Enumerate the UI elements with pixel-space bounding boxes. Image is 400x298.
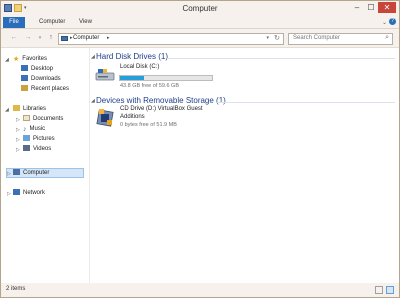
expand-arrow-icon[interactable]: ▷ <box>16 117 20 123</box>
expand-arrow-icon[interactable]: ▷ <box>16 147 20 153</box>
nav-recent-places[interactable]: Recent places <box>21 84 69 94</box>
libraries-icon <box>13 105 20 112</box>
recent-locations-icon[interactable]: ▾ <box>35 33 45 43</box>
tab-file[interactable]: File <box>3 17 25 28</box>
nav-music[interactable]: ♪ Music <box>23 124 45 134</box>
downloads-icon <box>21 75 28 82</box>
address-dropdown-icon[interactable]: ▾ <box>266 35 269 41</box>
group-removable-storage[interactable]: Devices with Removable Storage (1) <box>96 96 226 105</box>
status-bar: 2 items <box>1 283 399 297</box>
group-hard-disk-drives[interactable]: Hard Disk Drives (1) <box>96 52 168 61</box>
address-bar[interactable]: ▸ Computer ▸ ▾ ↻ <box>58 33 284 45</box>
drive-cd[interactable]: CD Drive (D:) VirtualBox Guest Additions… <box>93 106 243 136</box>
nav-libraries[interactable]: Libraries <box>13 104 46 114</box>
tab-view[interactable]: View <box>79 17 92 28</box>
drive-local-free: 43.8 GB free of 59.6 GB <box>120 83 180 89</box>
expand-arrow-icon[interactable]: ▷ <box>7 171 11 177</box>
nav-downloads[interactable]: Downloads <box>21 74 61 84</box>
search-input[interactable]: Search Computer <box>293 35 340 41</box>
pane-splitter[interactable] <box>89 48 90 284</box>
window-title: Computer <box>182 4 218 13</box>
computer-icon <box>61 36 68 41</box>
drive-cd-name-line2: Additions <box>120 114 145 120</box>
close-button[interactable]: ✕ <box>378 2 396 13</box>
back-arrow-icon[interactable]: ← <box>9 33 19 43</box>
videos-icon <box>23 145 30 152</box>
status-item-count: 2 items <box>6 286 26 292</box>
expand-ribbon-icon[interactable]: ⌄ <box>382 19 387 26</box>
music-icon: ♪ <box>23 126 27 134</box>
maximize-button[interactable]: ☐ <box>364 2 378 13</box>
nav-network-label: Network <box>23 190 46 196</box>
documents-icon <box>23 115 30 122</box>
large-icons-view-icon[interactable] <box>386 286 394 294</box>
drive-cd-name-line1: CD Drive (D:) VirtualBox Guest <box>120 106 203 112</box>
drive-local-name: Local Disk (C:) <box>120 64 160 70</box>
expand-arrow-icon[interactable]: ▷ <box>7 191 11 197</box>
desktop-icon <box>21 65 28 72</box>
nav-computer[interactable]: Computer <box>13 168 49 178</box>
collapse-arrow-icon[interactable]: ◢ <box>5 107 9 113</box>
collapse-group-icon[interactable]: ◢ <box>91 54 95 60</box>
nav-pictures[interactable]: Pictures <box>23 134 55 144</box>
refresh-icon[interactable]: ↻ <box>274 34 280 42</box>
help-icon[interactable]: ? <box>389 18 396 25</box>
tab-computer[interactable]: Computer <box>39 17 65 28</box>
collapse-arrow-icon[interactable]: ◢ <box>5 57 9 63</box>
recent-places-icon <box>21 85 28 92</box>
search-box[interactable]: Search Computer ⌕ <box>288 33 393 45</box>
minimize-button[interactable]: – <box>350 2 364 13</box>
window-controls: – ☐ ✕ <box>350 2 396 13</box>
computer-icon <box>13 169 20 176</box>
group-divider <box>167 58 395 59</box>
navigation-bar: ← → ▾ ↑ ▸ Computer ▸ ▾ ↻ Search Computer… <box>1 29 399 47</box>
explorer-window: ▾ Computer – ☐ ✕ File Computer View ⌄ ? … <box>0 0 400 298</box>
virtualbox-cd-icon <box>96 109 114 127</box>
nav-documents[interactable]: Documents <box>23 114 63 124</box>
nav-computer-label: Computer <box>23 170 50 176</box>
pictures-icon <box>23 135 30 142</box>
nav-desktop-label: Desktop <box>31 66 54 72</box>
nav-videos[interactable]: Videos <box>23 144 51 154</box>
search-icon: ⌕ <box>385 34 389 41</box>
title-bar: ▾ Computer – ☐ ✕ <box>1 1 399 17</box>
expand-arrow-icon[interactable]: ▷ <box>16 137 20 143</box>
nav-favorites-label: Favorites <box>22 56 47 62</box>
network-icon <box>13 189 20 196</box>
nav-pictures-label: Pictures <box>33 136 55 142</box>
nav-documents-label: Documents <box>33 116 64 122</box>
hard-drive-icon <box>95 69 115 81</box>
nav-videos-label: Videos <box>33 146 52 152</box>
star-icon: ★ <box>13 56 20 64</box>
up-arrow-icon[interactable]: ↑ <box>46 33 56 43</box>
nav-music-label: Music <box>29 126 46 132</box>
drive-local-usage-bar <box>119 75 213 81</box>
ribbon-tabs: File Computer View ⌄ ? <box>1 17 399 29</box>
drive-local-usage-fill <box>120 76 145 80</box>
group-divider <box>217 102 395 103</box>
nav-downloads-label: Downloads <box>31 76 61 82</box>
details-view-icon[interactable] <box>375 286 383 294</box>
nav-network[interactable]: Network <box>13 188 45 198</box>
forward-arrow-icon[interactable]: → <box>23 33 33 43</box>
nav-recent-label: Recent places <box>31 86 70 92</box>
nav-favorites[interactable]: ★ Favorites <box>13 54 47 64</box>
expand-arrow-icon[interactable]: ▷ <box>16 127 20 133</box>
chevron-right-icon[interactable]: ▸ <box>107 35 110 41</box>
nav-libraries-label: Libraries <box>23 106 47 112</box>
nav-desktop[interactable]: Desktop <box>21 64 53 74</box>
breadcrumb-computer[interactable]: Computer <box>73 35 99 41</box>
navigation-pane: ◢ ★ Favorites Desktop Downloads Recent pl… <box>1 48 89 284</box>
content-area: ◢ ★ Favorites Desktop Downloads Recent pl… <box>1 47 399 284</box>
drive-cd-free: 0 bytes free of 51.9 MB <box>120 122 177 128</box>
collapse-group-icon[interactable]: ◢ <box>91 98 95 104</box>
